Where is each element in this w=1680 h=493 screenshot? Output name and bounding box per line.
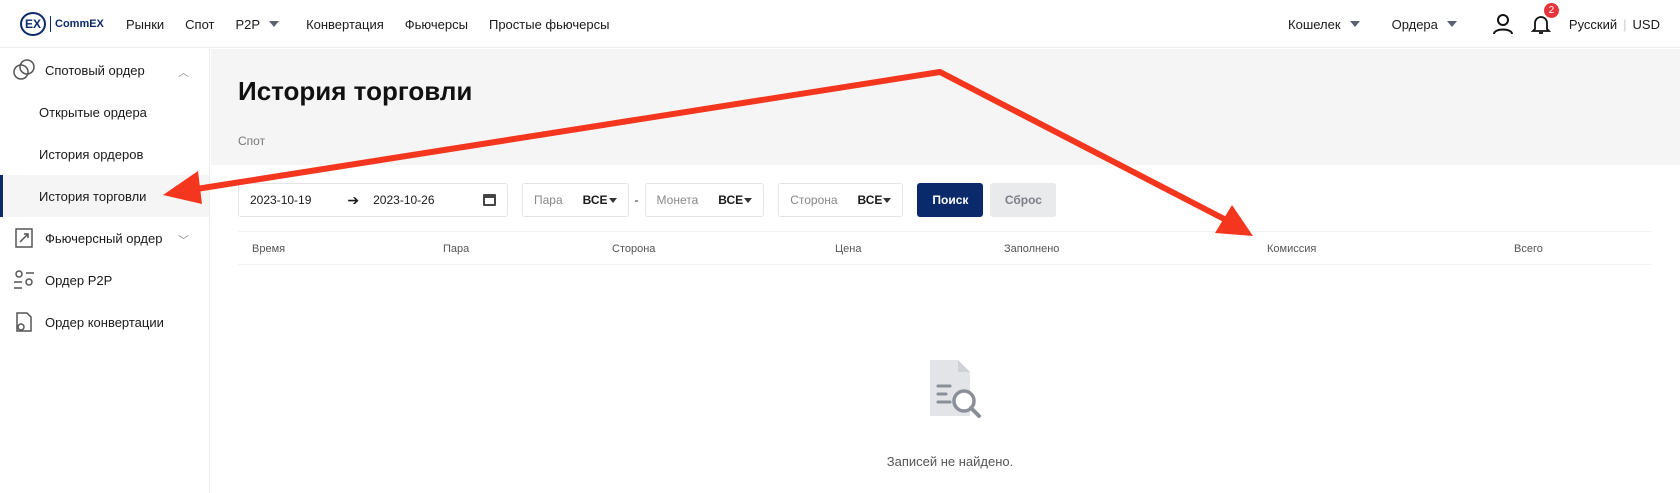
filter-bar: 2023-10-19 ➔ 2023-10-26 Пара ВСЕ - Монет… (238, 183, 1057, 217)
date-range-picker[interactable]: 2023-10-19 ➔ 2023-10-26 (238, 183, 508, 217)
pair-value: ВСЕ (582, 193, 608, 207)
sidebar-item-label: История ордеров (39, 146, 144, 162)
sidebar-group-p2p[interactable]: Ордер P2P (0, 259, 209, 301)
main-content: История торговли Спот 2023-10-19 ➔ 2023-… (211, 49, 1680, 493)
side-value: ВСЕ (857, 193, 883, 207)
chevron-down-icon (608, 197, 617, 203)
wallet-menu[interactable]: Кошелек (1288, 17, 1360, 32)
main-nav: Рынки Спот P2P Конвертация Фьючерсы Прос… (126, 0, 630, 48)
page-title: История торговли (238, 76, 473, 106)
column-time: Время (252, 243, 286, 255)
sidebar: Спотовый ордер ︿ Открытые ордера История… (0, 49, 210, 493)
sidebar-group-spot-label: Спотовый ордер (45, 62, 145, 78)
side-select-value: ВСЕ (858, 193, 892, 207)
sidebar-item-order-history[interactable]: История ордеров (0, 133, 209, 175)
column-total: Всего (1514, 243, 1543, 255)
coin-select-label: Монета (656, 193, 699, 207)
pair-select-label: Пара (534, 193, 563, 207)
notifications-button[interactable]: 2 (1527, 3, 1559, 38)
notification-badge: 2 (1543, 3, 1559, 18)
orders-label: Ордера (1391, 16, 1438, 32)
side-select-label: Сторона (790, 193, 838, 207)
nav-convert[interactable]: Конвертация (306, 17, 384, 32)
language-currency-switch[interactable]: Русский | USD (1569, 17, 1660, 32)
logo-divider (50, 16, 51, 32)
sidebar-group-convert-label: Ордер конвертации (45, 314, 164, 330)
column-fee: Комиссия (1267, 243, 1317, 255)
no-records-icon (930, 360, 981, 418)
nav-p2p-label: P2P (235, 16, 261, 32)
pair-select[interactable]: Пара ВСЕ (522, 183, 629, 217)
language-label: Русский (1568, 16, 1618, 32)
futures-order-icon (12, 226, 36, 250)
separator-dash: - (634, 193, 639, 207)
chevron-down-icon (883, 197, 892, 203)
chevron-up-icon: ︿ (178, 67, 189, 79)
sidebar-group-convert[interactable]: Ордер конвертации (0, 301, 209, 343)
logo-text: CommEX (55, 18, 104, 30)
chevron-down-icon (1349, 21, 1360, 27)
sidebar-item-open-orders[interactable]: Открытые ордера (0, 91, 209, 133)
pair-select-value: ВСЕ (583, 193, 617, 207)
nav-simple-futures-label: Простые фьючерсы (488, 16, 610, 32)
sidebar-item-label: История торговли (39, 188, 147, 204)
user-icon[interactable] (1489, 10, 1517, 38)
convert-order-icon (12, 310, 36, 334)
empty-state-text: Записей не найдено. (886, 454, 1014, 469)
nav-spot-label: Спот (185, 16, 215, 32)
wallet-label: Кошелек (1288, 16, 1341, 32)
search-button[interactable]: Поиск (917, 183, 984, 217)
chevron-down-icon (269, 21, 280, 27)
breadcrumb: Спот (238, 134, 266, 148)
divider: | (1623, 16, 1627, 32)
date-to[interactable]: 2023-10-26 (373, 193, 434, 207)
nav-p2p[interactable]: P2P (235, 16, 280, 32)
top-navbar: EX CommEX Рынки Спот P2P Конвертация Фью… (0, 0, 1680, 48)
chevron-down-icon (1446, 21, 1457, 27)
column-price: Цена (835, 243, 862, 255)
sidebar-group-spot[interactable]: Спотовый ордер ︿ (0, 49, 209, 91)
side-select[interactable]: Сторона ВСЕ (778, 183, 904, 217)
p2p-order-icon (12, 268, 36, 292)
sidebar-group-futures-label: Фьючерсный ордер (45, 230, 163, 246)
orders-menu[interactable]: Ордера (1392, 17, 1457, 32)
coin-value: ВСЕ (718, 193, 744, 207)
date-from[interactable]: 2023-10-19 (250, 193, 311, 207)
sidebar-group-futures[interactable]: Фьючерсный ордер ﹀ (0, 217, 209, 259)
sidebar-item-trade-history[interactable]: История торговли (0, 175, 209, 217)
nav-futures-label: Фьючерсы (404, 16, 468, 32)
nav-convert-label: Конвертация (306, 16, 384, 32)
nav-futures[interactable]: Фьючерсы (405, 17, 468, 32)
column-side: Сторона (612, 243, 656, 255)
table-header: Время Пара Сторона Цена Заполнено Комисс… (238, 231, 1651, 265)
nav-simple-futures[interactable]: Простые фьючерсы (489, 17, 609, 32)
coin-select-value: ВСЕ (718, 193, 753, 207)
chevron-down-icon: ﹀ (178, 235, 189, 247)
sidebar-group-p2p-label: Ордер P2P (45, 272, 113, 288)
header-right: Кошелек Ордера 2 Русский | USD (1288, 0, 1660, 48)
calendar-icon (483, 194, 496, 206)
reset-button[interactable]: Сброс (990, 183, 1057, 217)
nav-spot[interactable]: Спот (185, 17, 214, 32)
currency-label: USD (1632, 16, 1660, 32)
column-filled: Заполнено (1004, 243, 1060, 255)
nav-markets-label: Рынки (126, 16, 165, 32)
coin-select[interactable]: Монета ВСЕ (644, 183, 765, 217)
arrow-right-icon: ➔ (347, 191, 360, 208)
logo-mark: EX (20, 12, 46, 36)
spot-order-icon (12, 58, 36, 82)
column-pair: Пара (443, 243, 470, 255)
sidebar-item-label: Открытые ордера (39, 104, 147, 120)
page-header: История торговли Спот (211, 49, 1680, 165)
chevron-down-icon (744, 197, 753, 203)
brand-logo[interactable]: EX CommEX (20, 12, 104, 36)
nav-markets[interactable]: Рынки (126, 17, 164, 32)
